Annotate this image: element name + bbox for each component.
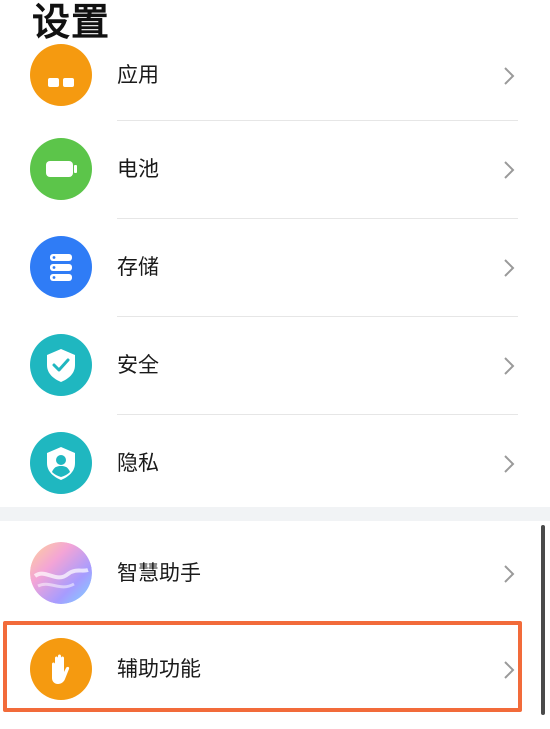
chevron-right-icon [500, 317, 520, 414]
battery-icon [30, 138, 92, 200]
settings-item-label: 电池 [117, 157, 159, 181]
storage-icon [30, 236, 92, 298]
settings-item-label: 安全 [117, 353, 159, 377]
settings-item-label: 隐私 [117, 451, 159, 475]
chevron-right-icon [500, 525, 520, 622]
settings-item-apps[interactable]: 应用 [0, 27, 550, 124]
settings-item-battery[interactable]: 电池 [0, 121, 550, 218]
chevron-right-icon [500, 27, 520, 124]
settings-item-security[interactable]: 安全 [0, 317, 550, 414]
shield-check-icon [30, 334, 92, 396]
chevron-right-icon [500, 121, 520, 218]
settings-item-label: 应用 [117, 63, 159, 87]
settings-item-storage[interactable]: 存储 [0, 219, 550, 316]
highlight-box [3, 621, 522, 712]
scrollbar[interactable] [541, 525, 545, 715]
privacy-icon [30, 432, 92, 494]
chevron-right-icon [500, 415, 520, 512]
settings-group-1: 应用 电池 存储 安全 隐私 [0, 44, 550, 507]
chevron-right-icon [500, 219, 520, 316]
apps-icon [30, 44, 92, 106]
settings-item-smart-assistant[interactable]: 智慧助手 [0, 525, 550, 622]
settings-item-privacy[interactable]: 隐私 [0, 415, 550, 512]
settings-item-label: 智慧助手 [117, 561, 201, 585]
settings-item-label: 存储 [117, 255, 159, 279]
assistant-icon [30, 542, 92, 604]
